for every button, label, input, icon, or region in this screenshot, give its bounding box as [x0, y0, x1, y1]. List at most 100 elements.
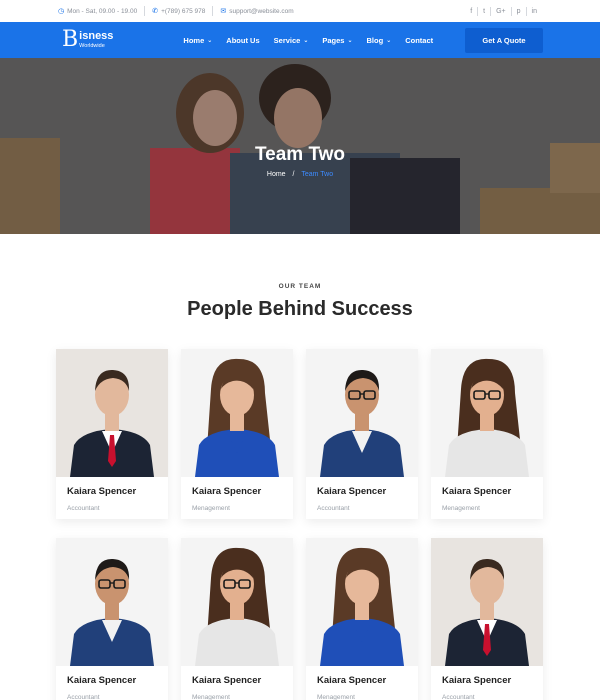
nav-menu: Home ⌄ About Us Service ⌄ Pages ⌄ Blog ⌄…: [183, 36, 433, 45]
twitter-icon[interactable]: t: [478, 8, 490, 15]
team-member-role: Accountant: [67, 505, 100, 512]
team-member-name[interactable]: Kaiara Spencer: [192, 486, 282, 497]
nav-item-pages[interactable]: Pages ⌄: [322, 36, 352, 45]
facebook-icon[interactable]: f: [465, 8, 477, 15]
team-member-name[interactable]: Kaiara Spencer: [192, 675, 282, 686]
team-card-info: Kaiara Spencer Accountant: [431, 666, 543, 700]
envelope-icon: ✉: [220, 8, 227, 15]
nav-item-label: Blog: [366, 35, 384, 45]
portrait-illustration: [306, 538, 418, 666]
team-member-role: Menagement: [317, 694, 355, 700]
team-grid: Kaiara Spencer Accountant Kaiara Spencer…: [56, 349, 543, 700]
team-member-photo[interactable]: [306, 349, 418, 477]
team-member-name[interactable]: Kaiara Spencer: [442, 675, 532, 686]
breadcrumb: Home / Team Two: [0, 171, 600, 178]
nav-item-label: About Us: [226, 35, 260, 45]
team-card[interactable]: Kaiara Spencer Accountant: [306, 349, 418, 519]
chevron-down-icon: ⌄: [207, 37, 213, 44]
portrait-illustration: [181, 538, 293, 666]
breadcrumb-separator: /: [292, 171, 295, 178]
hours-text: Mon - Sat, 09.00 - 19.00: [67, 7, 138, 15]
team-member-role: Accountant: [67, 694, 100, 700]
chevron-down-icon: ⌄: [386, 37, 392, 44]
portrait-illustration: [56, 538, 168, 666]
pinterest-icon[interactable]: p: [512, 8, 526, 15]
team-member-role: Menagement: [442, 505, 480, 512]
nav-item-service[interactable]: Service ⌄: [274, 36, 309, 45]
team-card-info: Kaiara Spencer Menagement: [181, 666, 293, 700]
get-quote-button[interactable]: Get A Quote: [465, 27, 543, 53]
portrait-illustration: [56, 349, 168, 477]
section-eyebrow: OUR TEAM: [278, 283, 322, 290]
nav-item-label: Service: [273, 35, 301, 45]
team-member-photo[interactable]: [431, 349, 543, 477]
logo-main: isness: [79, 29, 114, 42]
team-card-info: Kaiara Spencer Menagement: [181, 477, 293, 519]
social-links: f t G+ p in: [465, 6, 542, 16]
team-member-name[interactable]: Kaiara Spencer: [317, 675, 407, 686]
team-member-photo[interactable]: [181, 538, 293, 666]
section-heading: People Behind Success: [187, 298, 413, 320]
email-text[interactable]: support@website.com: [229, 8, 293, 15]
portrait-illustration: [431, 538, 543, 666]
portrait-illustration: [306, 349, 418, 477]
team-card[interactable]: Kaiara Spencer Accountant: [56, 349, 168, 519]
nav-item-label: Contact: [405, 35, 434, 45]
nav-item-about[interactable]: About Us: [226, 36, 259, 45]
portrait-illustration: [181, 349, 293, 477]
team-member-role: Accountant: [442, 694, 475, 700]
team-member-photo[interactable]: [181, 349, 293, 477]
logo-sub: Worldwide: [79, 42, 105, 49]
team-member-photo[interactable]: [56, 349, 168, 477]
team-card[interactable]: Kaiara Spencer Menagement: [306, 538, 418, 700]
chevron-down-icon: ⌄: [303, 37, 309, 44]
clock-icon: ◷: [58, 8, 65, 15]
team-card[interactable]: Kaiara Spencer Accountant: [56, 538, 168, 700]
logo-text: isness Worldwide: [79, 29, 114, 50]
breadcrumb-home[interactable]: Home: [267, 171, 286, 178]
team-member-photo[interactable]: [56, 538, 168, 666]
chevron-down-icon: ⌄: [347, 37, 353, 44]
team-card-info: Kaiara Spencer Accountant: [56, 666, 168, 700]
team-member-role: Menagement: [192, 505, 230, 512]
team-member-name[interactable]: Kaiara Spencer: [442, 486, 532, 497]
team-card-info: Kaiara Spencer Accountant: [56, 477, 168, 519]
team-card[interactable]: Kaiara Spencer Accountant: [431, 538, 543, 700]
main-nav: B isness Worldwide Home ⌄ About Us Servi…: [0, 22, 600, 58]
team-member-photo[interactable]: [431, 538, 543, 666]
team-member-photo[interactable]: [306, 538, 418, 666]
top-bar: ◷ Mon - Sat, 09.00 - 19.00 ✆ +(789) 675 …: [0, 0, 600, 22]
logo-letter: B: [62, 27, 79, 52]
nav-item-contact[interactable]: Contact: [405, 36, 433, 45]
team-card-info: Kaiara Spencer Menagement: [306, 666, 418, 700]
portrait-illustration: [431, 349, 543, 477]
nav-item-label: Pages: [322, 35, 345, 45]
phone-item[interactable]: ✆ +(789) 675 978: [152, 7, 205, 16]
team-member-name[interactable]: Kaiara Spencer: [317, 486, 407, 497]
phone-icon: ✆: [152, 8, 159, 15]
team-card-info: Kaiara Spencer Accountant: [306, 477, 418, 519]
phone-text[interactable]: +(789) 675 978: [161, 8, 205, 15]
logo[interactable]: B isness Worldwide: [62, 29, 113, 51]
team-card[interactable]: Kaiara Spencer Menagement: [181, 538, 293, 700]
team-card[interactable]: Kaiara Spencer Menagement: [431, 349, 543, 519]
google-plus-icon[interactable]: G+: [491, 8, 511, 15]
hours-item: ◷ Mon - Sat, 09.00 - 19.00: [58, 7, 138, 16]
nav-item-home[interactable]: Home ⌄: [183, 36, 212, 45]
linkedin-icon[interactable]: in: [527, 8, 542, 15]
team-member-role: Menagement: [192, 694, 230, 700]
contact-info: ◷ Mon - Sat, 09.00 - 19.00 ✆ +(789) 675 …: [58, 6, 294, 16]
breadcrumb-current: Team Two: [301, 171, 334, 178]
page-hero: Team Two Home / Team Two: [0, 58, 600, 234]
divider: [212, 6, 214, 16]
team-card[interactable]: Kaiara Spencer Menagement: [181, 349, 293, 519]
nav-item-label: Home: [183, 35, 205, 45]
team-member-name[interactable]: Kaiara Spencer: [67, 675, 157, 686]
nav-item-blog[interactable]: Blog ⌄: [367, 36, 392, 45]
team-member-role: Accountant: [317, 505, 350, 512]
email-item[interactable]: ✉ support@website.com: [220, 7, 293, 16]
divider: [144, 6, 146, 16]
team-card-info: Kaiara Spencer Menagement: [431, 477, 543, 519]
page-title: Team Two: [254, 144, 346, 165]
team-member-name[interactable]: Kaiara Spencer: [67, 486, 157, 497]
